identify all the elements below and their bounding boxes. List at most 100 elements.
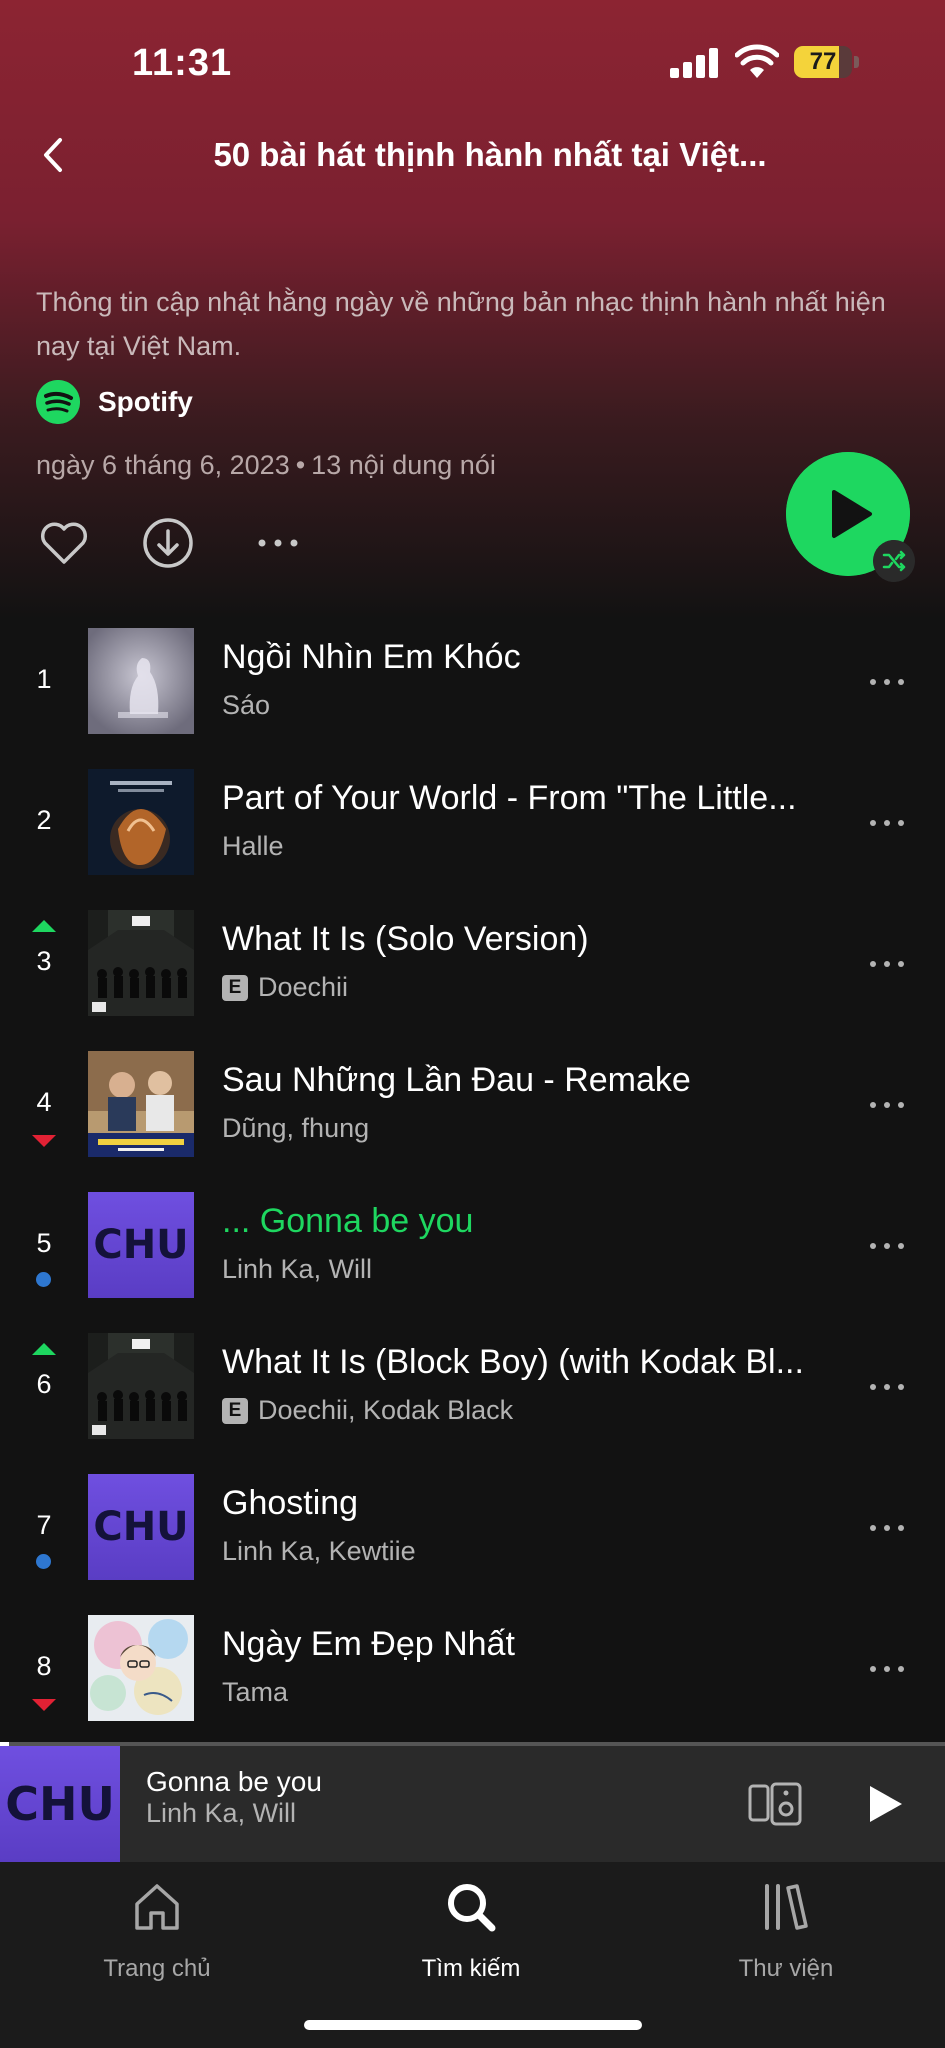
track-artist-line: Tama — [222, 1677, 288, 1708]
page-title: 50 bài hát thịnh hành nhất tại Việt... — [213, 136, 767, 173]
mini-player-cover: CHU — [0, 1746, 120, 1862]
new-entry-dot-icon — [36, 1272, 51, 1287]
track-row[interactable]: 6 What It Is (Block Boy) (with Kodak Bl..… — [0, 1329, 945, 1470]
cover-text: CHU — [5, 1777, 115, 1831]
track-artist: Halle — [222, 831, 284, 861]
track-artist-line: E Doechii, Kodak Black — [222, 1395, 513, 1426]
track-row[interactable]: 8 Ngày Em Đẹp Nhất Tama — [0, 1611, 945, 1752]
track-artist-line: E Doechii — [222, 972, 348, 1003]
owner-name: Spotify — [98, 386, 193, 417]
track-cover — [88, 1615, 194, 1721]
track-row[interactable]: 7 CHU Ghosting Linh Ka, Kewtiie — [0, 1470, 945, 1611]
wifi-icon — [735, 44, 779, 78]
library-icon — [765, 1884, 808, 1930]
mini-player-title: Gonna be you — [146, 1766, 322, 1797]
track-more-icon[interactable] — [870, 1663, 910, 1675]
tab-search[interactable]: Tìm kiếm — [371, 1880, 571, 1983]
status-time: 11:31 — [132, 42, 233, 84]
trend-up-icon — [32, 920, 56, 932]
playlist-description: Thông tin cập nhật hằng ngày về những bả… — [36, 287, 886, 361]
cover-text: CHU — [93, 1222, 189, 1268]
track-artist-line: Linh Ka, Kewtiie — [222, 1536, 416, 1567]
home-icon — [135, 1884, 179, 1930]
track-title: ... Gonna be you — [222, 1202, 474, 1240]
trend-down-icon — [32, 1135, 56, 1147]
track-cover: CHU — [88, 1192, 194, 1298]
track-artist-line: Halle — [222, 831, 284, 862]
track-row[interactable]: 4 Sau Những Lần Đau - Remake Dũng, fhung — [0, 1047, 945, 1188]
track-artist: Linh Ka, Will — [222, 1254, 373, 1284]
track-title: Part of Your World - From "The Little... — [222, 779, 797, 817]
trend-up-icon — [32, 1343, 56, 1355]
track-more-icon[interactable] — [870, 1381, 910, 1393]
tab-label: Trang chủ — [103, 1955, 211, 1982]
battery-percent: 77 — [809, 48, 837, 75]
search-icon — [448, 1884, 496, 1932]
cover-text: CHU — [93, 1504, 189, 1550]
track-artist: Linh Ka, Kewtiie — [222, 1536, 416, 1566]
track-title: What It Is (Solo Version) — [222, 920, 589, 958]
track-title: Sau Những Lần Đau - Remake — [222, 1061, 691, 1099]
mini-play-icon[interactable] — [862, 1782, 906, 1826]
home-indicator — [304, 2020, 642, 2030]
explicit-badge: E — [222, 974, 248, 1001]
battery-cap — [854, 56, 859, 68]
track-rank: 1 — [36, 664, 52, 694]
track-cover — [88, 1333, 194, 1439]
back-chevron-icon[interactable] — [30, 130, 80, 180]
download-icon[interactable] — [140, 515, 196, 571]
new-entry-dot-icon — [36, 1554, 51, 1569]
battery-icon: 77 — [794, 46, 852, 78]
track-rank: 4 — [36, 1087, 52, 1117]
track-rank: 8 — [36, 1651, 52, 1681]
track-title: Ngồi Nhìn Em Khóc — [222, 638, 521, 676]
track-title: Ngày Em Đẹp Nhất — [222, 1625, 515, 1663]
track-rank: 7 — [36, 1510, 52, 1540]
shuffle-icon[interactable] — [873, 540, 915, 582]
track-rank: 3 — [36, 946, 52, 976]
tab-home[interactable]: Trang chủ — [57, 1880, 257, 1983]
track-more-icon[interactable] — [870, 1522, 910, 1534]
playlist-meta: ngày 6 tháng 6, 2023 • 13 nội dung nói — [36, 450, 496, 481]
track-cover: CHU — [88, 1474, 194, 1580]
track-title: What It Is (Block Boy) (with Kodak Bl... — [222, 1343, 804, 1381]
track-more-icon[interactable] — [870, 1240, 910, 1252]
connect-device-icon[interactable] — [748, 1782, 804, 1826]
track-cover — [88, 769, 194, 875]
track-artist-line: Sáo — [222, 690, 270, 721]
track-more-icon[interactable] — [870, 817, 910, 829]
track-artist: Dũng, fhung — [222, 1113, 370, 1143]
track-rank: 5 — [36, 1228, 52, 1258]
mini-player-artist: Linh Ka, Will — [146, 1798, 297, 1828]
track-row[interactable]: 5 CHU ... Gonna be you Linh Ka, Will — [0, 1188, 945, 1329]
tab-library[interactable]: Thư viện — [686, 1880, 886, 1983]
track-row[interactable]: 2 Part of Your World - From "The Little..… — [0, 765, 945, 906]
track-rank: 2 — [36, 805, 52, 835]
track-more-icon[interactable] — [870, 1099, 910, 1111]
cellular-signal-icon — [670, 48, 720, 78]
explicit-badge: E — [222, 1397, 248, 1424]
track-rank: 6 — [36, 1369, 52, 1399]
track-row[interactable]: 1 Ngồi Nhìn Em Khóc Sáo — [0, 624, 945, 765]
track-artist: Doechii, Kodak Black — [258, 1395, 514, 1425]
nav-header: 50 bài hát thịnh hành nhất tại Việt... — [0, 110, 945, 220]
playlist-owner[interactable]: Spotify — [36, 380, 193, 424]
track-cover — [88, 910, 194, 1016]
mini-player[interactable]: CHU Gonna be you Linh Ka, Will — [0, 1742, 945, 1862]
spotify-logo-icon — [36, 380, 80, 424]
more-options-icon[interactable] — [250, 515, 306, 571]
track-more-icon[interactable] — [870, 958, 910, 970]
track-artist: Sáo — [222, 690, 271, 720]
tab-label: Tìm kiếm — [421, 1955, 521, 1982]
track-more-icon[interactable] — [870, 676, 910, 688]
track-cover — [88, 628, 194, 734]
track-artist: Doechii — [258, 972, 349, 1002]
playlist-count: 13 nội dung nói — [311, 450, 496, 480]
status-bar: 11:31 77 — [0, 0, 945, 120]
track-title: Ghosting — [222, 1484, 359, 1522]
heart-icon[interactable] — [36, 515, 92, 571]
playback-progress — [0, 1742, 945, 1746]
track-cover — [88, 1051, 194, 1157]
meta-separator: • — [295, 450, 306, 480]
track-row[interactable]: 3 What It Is (Solo Version) E Doechii — [0, 906, 945, 1047]
